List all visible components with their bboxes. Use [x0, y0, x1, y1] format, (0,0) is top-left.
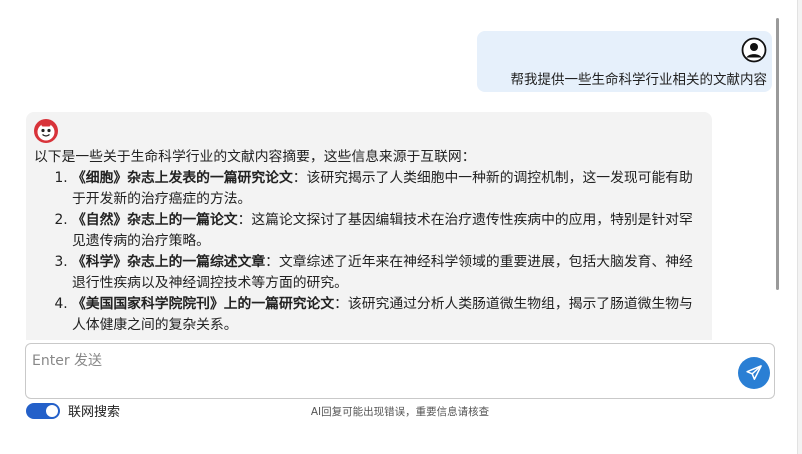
bot-message-text: 以下是一些关于生命科学行业的文献内容摘要，这些信息来源于互联网： 《细胞》杂志上… [34, 147, 698, 336]
chat-scrollbar[interactable] [776, 18, 779, 290]
bot-intro: 以下是一些关于生命科学行业的文献内容摘要，这些信息来源于互联网： [34, 149, 476, 165]
bot-message-bubble: 以下是一些关于生命科学行业的文献内容摘要，这些信息来源于互联网： 《细胞》杂志上… [26, 112, 712, 340]
send-paper-plane-icon [746, 365, 762, 380]
bot-face-icon [34, 119, 58, 143]
list-item: 《美国国家科学院院刊》上的一篇研究论文：该研究通过分析人类肠道微生物组，揭示了肠… [72, 294, 698, 336]
item-title: 《细胞》杂志上发表的一篇研究论文 [72, 170, 293, 186]
list-item: 《自然》杂志上的一篇论文：这篇论文探讨了基因编辑技术在治疗遗传性疾病中的应用，特… [72, 210, 698, 252]
list-item: 《细胞》杂志上发表的一篇研究论文：该研究揭示了人类细胞中一种新的调控机制，这一发… [72, 168, 698, 210]
item-title: 《科学》杂志上的一篇综述文章 [72, 254, 266, 270]
message-input[interactable] [32, 350, 712, 390]
user-circle-icon [741, 37, 767, 63]
item-title: 《美国国家科学院院刊》上的一篇研究论文 [72, 296, 335, 312]
chat-area[interactable]: 帮我提供一些生命科学行业相关的文献内容 以下是一些关于生命科学行业的文献内容摘要… [0, 0, 780, 340]
send-button[interactable] [738, 357, 770, 389]
list-item: 《科学》杂志上的一篇综述文章：文章综述了近年来在神经科学领域的重要进展，包括大脑… [72, 252, 698, 294]
message-composer [25, 343, 775, 399]
user-message-bubble: 帮我提供一些生命科学行业相关的文献内容 [477, 31, 772, 92]
item-title: 《自然》杂志上的一篇论文 [72, 212, 238, 228]
window-edge [797, 0, 802, 454]
disclaimer-label: AI回复可能出现错误，重要信息请核查 [310, 406, 490, 418]
literature-list: 《细胞》杂志上发表的一篇研究论文：该研究揭示了人类细胞中一种新的调控机制，这一发… [34, 168, 698, 336]
user-message-text: 帮我提供一些生命科学行业相关的文献内容 [510, 72, 768, 88]
disclaimer-text: AI回复可能出现错误，重要信息请核查 [0, 404, 800, 419]
